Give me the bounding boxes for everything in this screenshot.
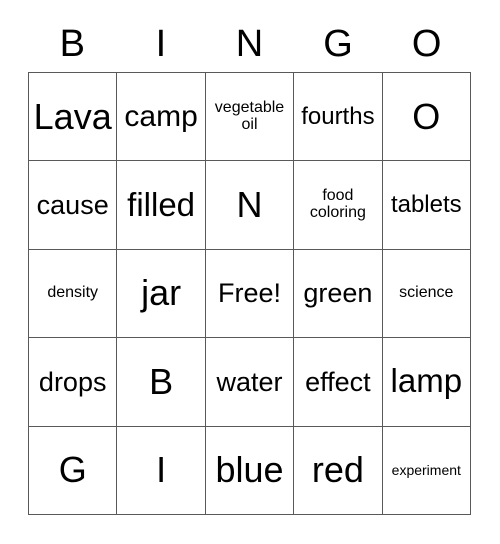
bingo-cell-i3[interactable]: jar <box>117 249 206 339</box>
bingo-cell-o5[interactable]: experiment <box>382 426 471 515</box>
bingo-header-letter-b: B <box>59 23 85 65</box>
bingo-cell-n1[interactable]: vegetable oil <box>205 73 295 162</box>
bingo-cell-text: density <box>47 284 99 302</box>
bingo-cell-g5[interactable]: red <box>294 426 383 515</box>
bingo-cell-text: science <box>399 284 454 302</box>
bingo-cell-g2[interactable]: food coloring <box>294 161 383 250</box>
bingo-cell-text: experiment <box>391 461 461 478</box>
bingo-cell-text: tablets <box>390 191 462 219</box>
bingo-header-letter-o: O <box>411 23 442 65</box>
bingo-cell-b4[interactable]: drops <box>29 338 118 427</box>
bingo-header-row: B I N G O <box>28 16 471 72</box>
bingo-cell-n4[interactable]: water <box>205 338 295 427</box>
bingo-cell-text: food coloring <box>309 187 366 222</box>
bingo-cell-b3[interactable]: density <box>29 249 118 339</box>
bingo-cell-g1[interactable]: fourths <box>294 73 383 162</box>
bingo-cell-b5[interactable]: G <box>29 426 118 515</box>
bingo-cell-free-space[interactable]: Free! <box>205 249 295 339</box>
bingo-cell-text: filled <box>127 185 196 223</box>
bingo-cell-text: B <box>149 360 174 402</box>
bingo-cell-text: G <box>58 449 87 491</box>
bingo-cell-g3[interactable]: green <box>294 249 383 339</box>
bingo-cell-text: blue <box>215 449 284 491</box>
bingo-cell-b1[interactable]: Lava <box>29 73 118 162</box>
bingo-cell-g4[interactable]: effect <box>294 338 383 427</box>
bingo-header-letter-i: I <box>155 23 167 65</box>
bingo-cell-i1[interactable]: camp <box>117 73 206 162</box>
bingo-cell-i2[interactable]: filled <box>117 161 206 250</box>
bingo-cell-text: jar <box>141 272 182 314</box>
bingo-cell-text: green <box>303 278 373 309</box>
bingo-cell-text: Free! <box>217 278 281 309</box>
bingo-card: B I N G O Lava camp vegetable oil fourth… <box>0 0 500 544</box>
bingo-cell-text: Lava <box>33 95 112 137</box>
bingo-cell-i4[interactable]: B <box>117 338 206 427</box>
bingo-cell-text: effect <box>305 366 371 397</box>
bingo-cell-text: vegetable oil <box>214 98 285 133</box>
bingo-cell-o4[interactable]: lamp <box>382 338 471 427</box>
bingo-cell-text: red <box>311 449 364 491</box>
bingo-cell-o3[interactable]: science <box>382 249 471 339</box>
bingo-cell-text: cause <box>36 189 109 220</box>
bingo-cell-n5[interactable]: blue <box>205 426 295 515</box>
bingo-cell-text: O <box>412 95 441 137</box>
bingo-cell-text: I <box>156 449 167 491</box>
bingo-cell-text: N <box>236 184 263 226</box>
bingo-cell-b2[interactable]: cause <box>29 161 118 250</box>
bingo-cell-text: drops <box>38 366 107 397</box>
bingo-grid: Lava camp vegetable oil fourths O cause … <box>28 72 471 515</box>
bingo-header-letter-g: G <box>323 23 353 65</box>
bingo-cell-o2[interactable]: tablets <box>382 161 471 250</box>
bingo-cell-n2[interactable]: N <box>205 161 295 250</box>
bingo-cell-text: camp <box>124 99 198 133</box>
bingo-cell-text: lamp <box>390 362 463 400</box>
bingo-cell-text: fourths <box>301 102 375 130</box>
bingo-cell-text: water <box>216 366 283 397</box>
bingo-cell-i5[interactable]: I <box>117 426 206 515</box>
bingo-cell-o1[interactable]: O <box>382 73 471 162</box>
bingo-header-letter-n: N <box>235 23 264 65</box>
